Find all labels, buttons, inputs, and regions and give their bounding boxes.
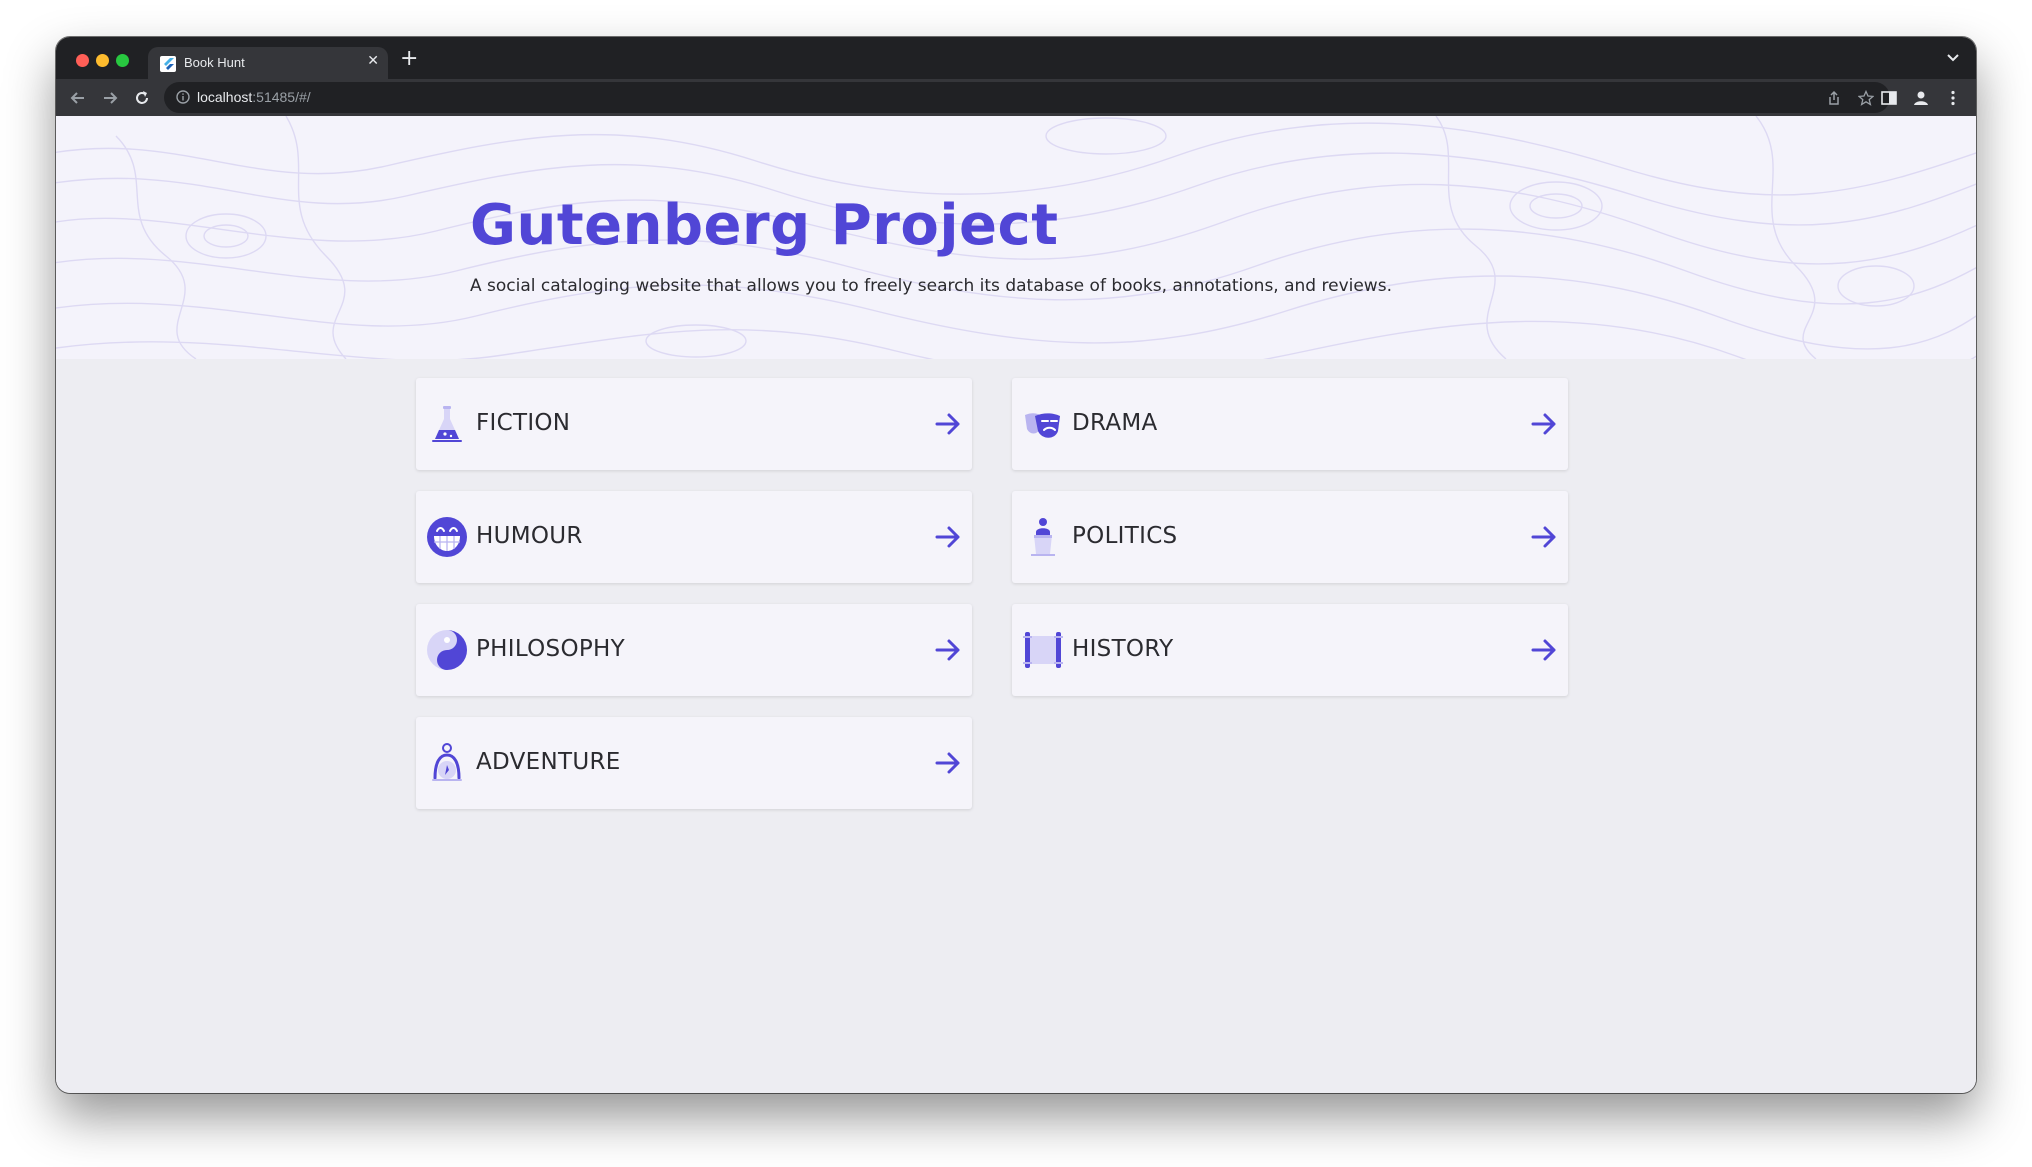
share-icon[interactable] (1826, 90, 1842, 106)
category-card-humour[interactable]: HUMOUR (416, 491, 972, 583)
browser-menu-icon[interactable] (1944, 89, 1962, 107)
arrow-right-icon (1531, 526, 1556, 548)
page-title: Gutenberg Project (470, 193, 1059, 258)
arrow-right-icon (1531, 639, 1556, 661)
category-label: FICTION (476, 410, 571, 436)
theater-mask-icon (1025, 413, 1060, 438)
category-label: DRAMA (1072, 410, 1158, 436)
flask-icon (432, 406, 462, 442)
forward-arrow-icon[interactable] (100, 88, 120, 108)
site-info-icon[interactable] (176, 90, 190, 104)
profile-avatar-icon[interactable] (1912, 89, 1930, 107)
side-panel-icon[interactable] (1880, 89, 1898, 107)
page-subtitle: A social cataloging website that allows … (470, 276, 1392, 296)
close-window-button[interactable] (76, 54, 89, 67)
category-label: PHILOSOPHY (476, 636, 625, 662)
arrow-right-icon (935, 752, 960, 774)
scroll-icon (1023, 632, 1063, 668)
arrow-right-icon (935, 639, 960, 661)
arrow-right-icon (935, 526, 960, 548)
page-content: Gutenberg Project A social cataloging we… (56, 116, 1976, 1093)
browser-window: Book Hunt ✕ + localhost:51485/#/ Gutenbe… (56, 37, 1976, 1093)
url-host: localhost (197, 89, 253, 105)
category-card-politics[interactable]: POLITICS (1012, 491, 1568, 583)
category-card-drama[interactable]: DRAMA (1012, 378, 1568, 470)
compass-person-icon (432, 743, 462, 781)
grin-face-icon (427, 517, 467, 557)
arrow-right-icon (1531, 413, 1556, 435)
category-label: ADVENTURE (476, 749, 621, 775)
category-label: HUMOUR (476, 523, 583, 549)
podium-person-icon (1031, 518, 1055, 556)
yin-yang-icon (427, 630, 467, 670)
tab-book-hunt[interactable]: Book Hunt ✕ (148, 47, 388, 80)
reload-icon[interactable] (132, 88, 152, 108)
category-label: POLITICS (1072, 523, 1178, 549)
tab-strip: Book Hunt ✕ + (56, 37, 1976, 80)
minimize-window-button[interactable] (96, 54, 109, 67)
browser-toolbar: localhost:51485/#/ (56, 79, 1976, 116)
bookmark-star-icon[interactable] (1858, 90, 1874, 106)
category-card-philosophy[interactable]: PHILOSOPHY (416, 604, 972, 696)
arrow-right-icon (935, 413, 960, 435)
flutter-favicon-icon (160, 56, 176, 72)
back-arrow-icon[interactable] (68, 88, 88, 108)
maximize-window-button[interactable] (116, 54, 129, 67)
category-card-fiction[interactable]: FICTION (416, 378, 972, 470)
address-bar[interactable]: localhost:51485/#/ (164, 82, 1890, 113)
category-label: HISTORY (1072, 636, 1174, 662)
tab-title: Book Hunt (184, 55, 245, 70)
new-tab-button[interactable]: + (400, 46, 418, 71)
tab-close-icon[interactable]: ✕ (367, 53, 379, 69)
tab-search-chevron-icon[interactable] (1946, 52, 1960, 64)
hero-banner: Gutenberg Project A social cataloging we… (56, 116, 1976, 359)
url-path: :51485/#/ (252, 89, 311, 105)
category-card-history[interactable]: HISTORY (1012, 604, 1568, 696)
url-text: localhost:51485/#/ (197, 89, 311, 105)
category-card-adventure[interactable]: ADVENTURE (416, 717, 972, 809)
